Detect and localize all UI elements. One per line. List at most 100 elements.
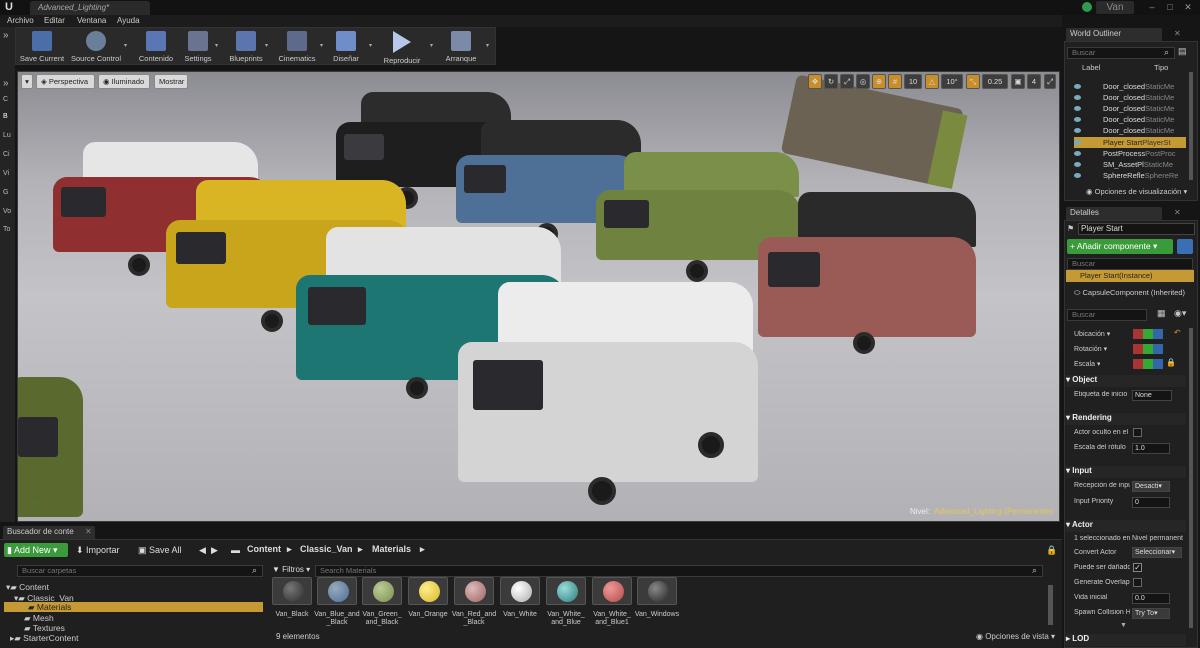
component-instance-row[interactable]: Player Start(Instance) xyxy=(1066,270,1194,282)
details-search-input[interactable]: Buscar xyxy=(1067,309,1147,321)
menu-ayuda[interactable]: Ayuda xyxy=(117,15,140,27)
eye-icon[interactable] xyxy=(1074,128,1081,133)
mode-tab[interactable]: Ci xyxy=(3,151,13,158)
category-actor[interactable]: ▾ Actor xyxy=(1066,520,1186,532)
outliner-row[interactable]: Door_closedStaticMe xyxy=(1074,92,1186,103)
folder-search-input[interactable]: Buscar carpetas xyxy=(17,565,263,577)
asset-scrollbar[interactable] xyxy=(1048,585,1053,625)
scale-fields[interactable] xyxy=(1133,359,1163,369)
details-scrollbar[interactable] xyxy=(1189,328,1193,628)
rotation-snap-value[interactable]: 10° xyxy=(941,74,963,89)
add-new-button[interactable]: ▮ Add New ▾ xyxy=(4,543,68,557)
viewport-options-button[interactable]: ▾ xyxy=(21,74,33,89)
eye-icon[interactable] xyxy=(1074,151,1081,156)
spawn-collision-dropdown[interactable]: Try To▾ xyxy=(1132,608,1170,619)
category-input[interactable]: ▾ Input xyxy=(1066,466,1186,478)
tree-item-content[interactable]: ▾▰ Content xyxy=(6,582,49,592)
perspective-button[interactable]: ◈ Perspectiva xyxy=(36,74,95,89)
blueprint-icon[interactable] xyxy=(1177,239,1193,254)
outliner-row[interactable]: Door_closedStaticMe xyxy=(1074,125,1186,136)
column-type-header[interactable]: Tipo xyxy=(1154,63,1168,72)
minimize-button[interactable]: – xyxy=(1144,0,1160,14)
mode-tab[interactable]: B xyxy=(3,113,13,120)
maximize-viewport-icon[interactable]: ⤢ xyxy=(1044,74,1056,89)
eye-icon[interactable] xyxy=(1074,117,1081,122)
reset-icon[interactable]: ↶ xyxy=(1174,328,1181,337)
input-priority-input[interactable]: 0 xyxy=(1132,497,1170,508)
collapse-icon[interactable]: » xyxy=(3,78,13,89)
eye-icon[interactable]: ◉▾ xyxy=(1174,308,1186,319)
outliner-row[interactable]: SM_AssetPlStaticMe xyxy=(1074,159,1186,170)
van-flipped[interactable] xyxy=(779,74,974,199)
material-thumbnail[interactable] xyxy=(362,577,402,605)
category-lod[interactable]: ▸ LOD xyxy=(1066,634,1186,646)
outliner-scrollbar[interactable] xyxy=(1189,72,1193,180)
details-tab[interactable]: Detalles xyxy=(1066,207,1162,220)
blueprints-dropdown-icon[interactable]: ▾ xyxy=(265,42,271,49)
world-outliner-tab[interactable]: World Outliner xyxy=(1066,28,1162,41)
outliner-row[interactable]: Door_closedStaticMe xyxy=(1074,103,1186,114)
tree-item-mesh[interactable]: ▰ Mesh xyxy=(24,613,54,623)
hidden-in-game-checkbox[interactable] xyxy=(1133,428,1142,437)
design-dropdown-icon[interactable]: ▾ xyxy=(369,42,375,49)
grid-view-icon[interactable]: ▦ xyxy=(1157,308,1166,319)
convert-actor-dropdown[interactable]: Seleccionar▾ xyxy=(1132,547,1182,558)
material-thumbnail[interactable] xyxy=(408,577,448,605)
tree-item-materials[interactable]: ▰ Materials xyxy=(4,602,263,612)
play-dropdown-icon[interactable]: ▾ xyxy=(430,42,436,49)
content-button[interactable]: Contenido xyxy=(136,29,176,65)
document-tab[interactable]: Advanced_Lighting* xyxy=(30,1,150,15)
launch-dropdown-icon[interactable]: ▾ xyxy=(486,42,492,49)
outliner-row-selected[interactable]: Player StartPlayerSt xyxy=(1074,137,1186,148)
close-tab-icon[interactable]: ✕ xyxy=(1174,208,1181,217)
outliner-row[interactable]: PostProcessPostProc xyxy=(1074,148,1186,159)
show-button[interactable]: Mostrar xyxy=(154,74,188,89)
close-tab-icon[interactable]: ✕ xyxy=(1174,29,1181,38)
cinematics-dropdown-icon[interactable]: ▾ xyxy=(320,42,326,49)
asset-search-input[interactable]: Search Materials xyxy=(315,565,1043,577)
player-start-tag-input[interactable]: None xyxy=(1132,390,1172,401)
material-thumbnail[interactable] xyxy=(592,577,632,605)
scale-snap-value[interactable]: 0.25 xyxy=(982,74,1008,89)
rotation-fields[interactable] xyxy=(1133,344,1163,354)
lock-icon[interactable]: 🔒 xyxy=(1046,545,1057,556)
scale-icon[interactable]: ⤢ xyxy=(840,74,854,89)
launch-button[interactable]: Arranque xyxy=(442,29,480,65)
breadcrumb-classic-van[interactable]: Classic_Van xyxy=(300,544,353,554)
eye-icon[interactable] xyxy=(1074,106,1081,111)
filters-button[interactable]: ▼ Filtros ▾ xyxy=(272,565,312,577)
category-object[interactable]: ▾ Object xyxy=(1066,375,1186,387)
close-tab-icon[interactable]: ✕ xyxy=(85,527,92,536)
material-thumbnail[interactable] xyxy=(454,577,494,605)
cinematics-button[interactable]: Cinematics xyxy=(276,29,318,65)
menu-editar[interactable]: Editar xyxy=(44,15,65,27)
import-button[interactable]: ⬇ Importar xyxy=(76,543,130,557)
save-all-button[interactable]: ▣ Save All xyxy=(138,543,188,557)
eye-icon[interactable] xyxy=(1074,95,1081,100)
location-fields[interactable] xyxy=(1133,329,1163,339)
play-button[interactable]: Reproducir xyxy=(381,29,423,65)
eye-icon[interactable] xyxy=(1074,140,1081,145)
back-icon[interactable]: ◀ xyxy=(199,543,209,557)
material-thumbnail[interactable] xyxy=(546,577,586,605)
breadcrumb-materials[interactable]: Materials xyxy=(372,544,411,554)
mode-tab[interactable]: Lu xyxy=(3,132,13,139)
breadcrumb-content[interactable]: Content xyxy=(247,544,281,554)
outliner-search-input[interactable]: Buscar xyxy=(1067,47,1175,59)
close-button[interactable]: ✕ xyxy=(1180,0,1196,14)
maximize-button[interactable]: □ xyxy=(1162,0,1178,14)
menu-ventana[interactable]: Ventana xyxy=(77,15,106,27)
add-component-button[interactable]: + Añadir componente ▾ xyxy=(1067,239,1173,254)
eye-icon[interactable] xyxy=(1074,84,1081,89)
menu-archivo[interactable]: Archivo xyxy=(7,15,34,27)
van-white[interactable] xyxy=(458,282,758,512)
mode-tab[interactable]: C xyxy=(3,96,13,103)
chevron-down-icon[interactable]: ▼ xyxy=(1120,622,1127,629)
scale-snap-icon[interactable]: ⤡ xyxy=(966,74,980,89)
material-thumbnail[interactable] xyxy=(317,577,357,605)
grid-snap-value[interactable]: 10 xyxy=(904,74,922,89)
blueprints-button[interactable]: Blueprints xyxy=(226,29,266,65)
design-button[interactable]: Diseñar xyxy=(330,29,362,65)
mode-tab[interactable]: G xyxy=(3,189,13,196)
components-search-input[interactable]: Buscar xyxy=(1067,258,1193,270)
